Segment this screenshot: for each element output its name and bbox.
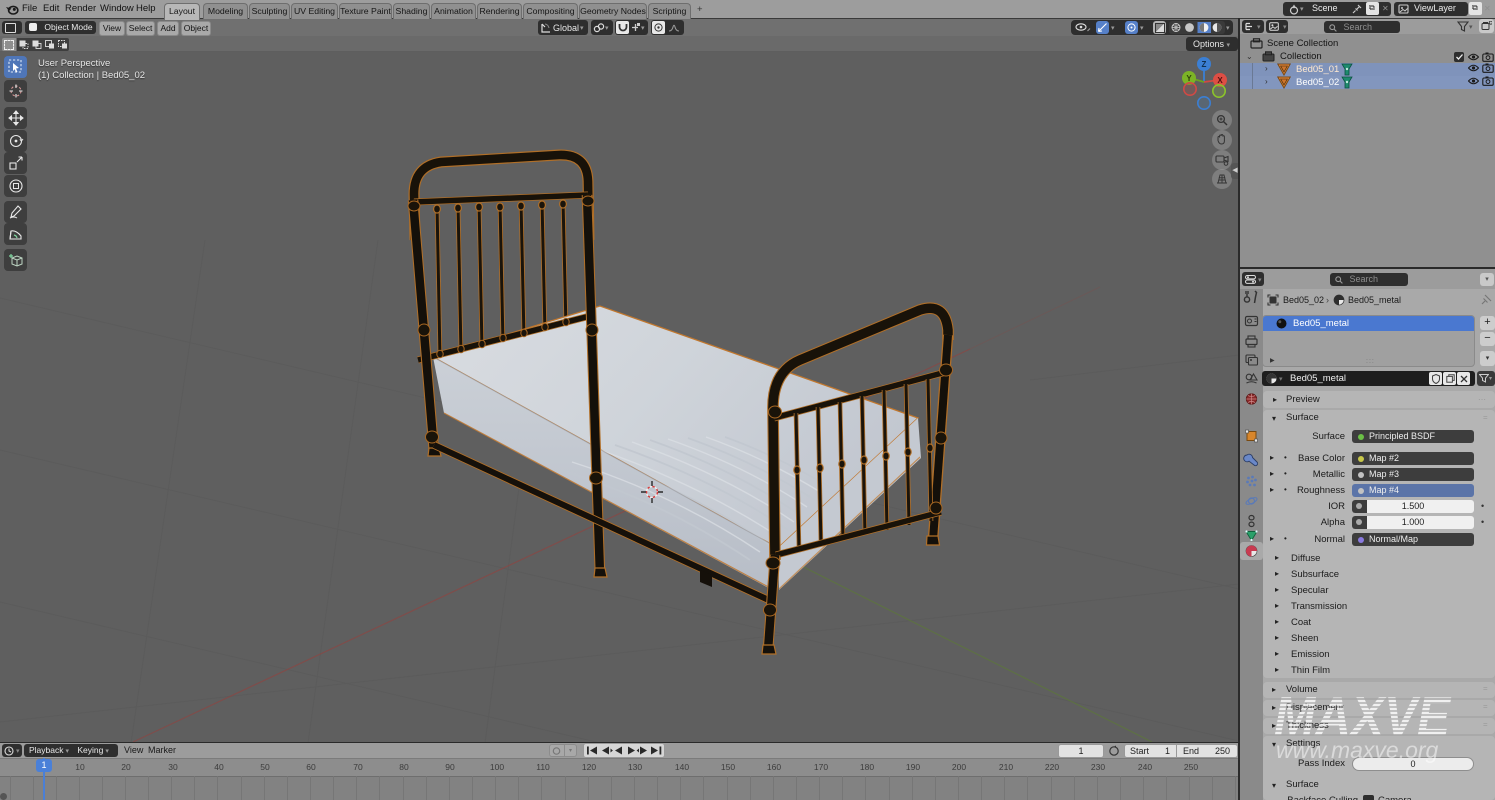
svg-text:Y: Y (1186, 74, 1192, 83)
svg-text:Z: Z (1202, 60, 1207, 69)
svg-text:X: X (1217, 76, 1223, 85)
